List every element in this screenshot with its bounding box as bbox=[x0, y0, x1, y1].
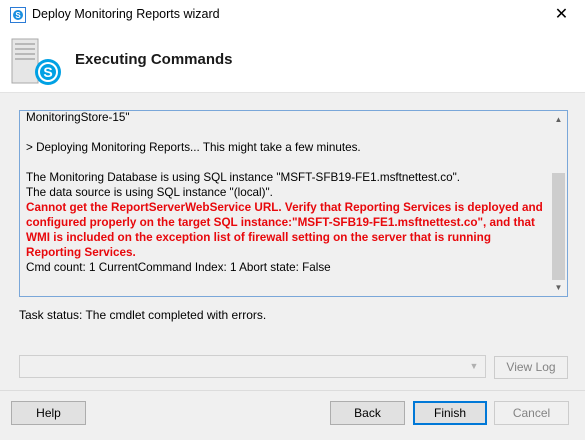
svg-text:S: S bbox=[43, 64, 52, 80]
finish-button[interactable]: Finish bbox=[413, 401, 487, 425]
log-line: The Monitoring Database is using SQL ins… bbox=[26, 171, 460, 184]
command-output-log[interactable]: MonitoringStore-15" > Deploying Monitori… bbox=[19, 110, 568, 297]
task-status: Task status: The cmdlet completed with e… bbox=[19, 308, 267, 322]
scrollbar-thumb[interactable] bbox=[552, 173, 565, 280]
log-line: Cmd count: 1 CurrentCommand Index: 1 Abo… bbox=[26, 261, 331, 274]
scroll-down-arrow-icon[interactable]: ▼ bbox=[550, 279, 567, 296]
log-line: MonitoringStore-15" bbox=[26, 111, 130, 124]
server-skype-icon: S bbox=[10, 38, 62, 88]
chevron-down-icon: ▼ bbox=[469, 361, 479, 371]
cancel-button[interactable]: Cancel bbox=[494, 401, 569, 425]
title-bar: S Deploy Monitoring Reports wizard ✕ bbox=[0, 0, 585, 30]
back-button[interactable]: Back bbox=[330, 401, 405, 425]
help-button[interactable]: Help bbox=[11, 401, 86, 425]
log-selector-dropdown[interactable]: ▼ bbox=[19, 355, 486, 378]
log-blank-line bbox=[26, 125, 548, 140]
log-lines: MonitoringStore-15" > Deploying Monitori… bbox=[26, 111, 548, 275]
scroll-up-arrow-icon[interactable]: ▲ bbox=[550, 111, 567, 128]
skype-for-business-server-icon: S bbox=[10, 7, 26, 23]
log-error-message: Cannot get the ReportServerWebService UR… bbox=[26, 201, 543, 259]
window-title: Deploy Monitoring Reports wizard bbox=[32, 7, 220, 21]
view-log-button[interactable]: View Log bbox=[494, 356, 568, 379]
log-line: > Deploying Monitoring Reports... This m… bbox=[26, 141, 361, 154]
log-line: The data source is using SQL instance "(… bbox=[26, 186, 273, 199]
svg-text:S: S bbox=[15, 11, 21, 20]
wizard-header: S Executing Commands bbox=[0, 30, 585, 93]
log-blank-line bbox=[26, 155, 548, 170]
log-scrollbar[interactable]: ▲ ▼ bbox=[550, 111, 567, 296]
page-title: Executing Commands bbox=[75, 51, 233, 68]
footer-divider bbox=[0, 390, 585, 391]
close-button[interactable]: ✕ bbox=[538, 0, 585, 30]
